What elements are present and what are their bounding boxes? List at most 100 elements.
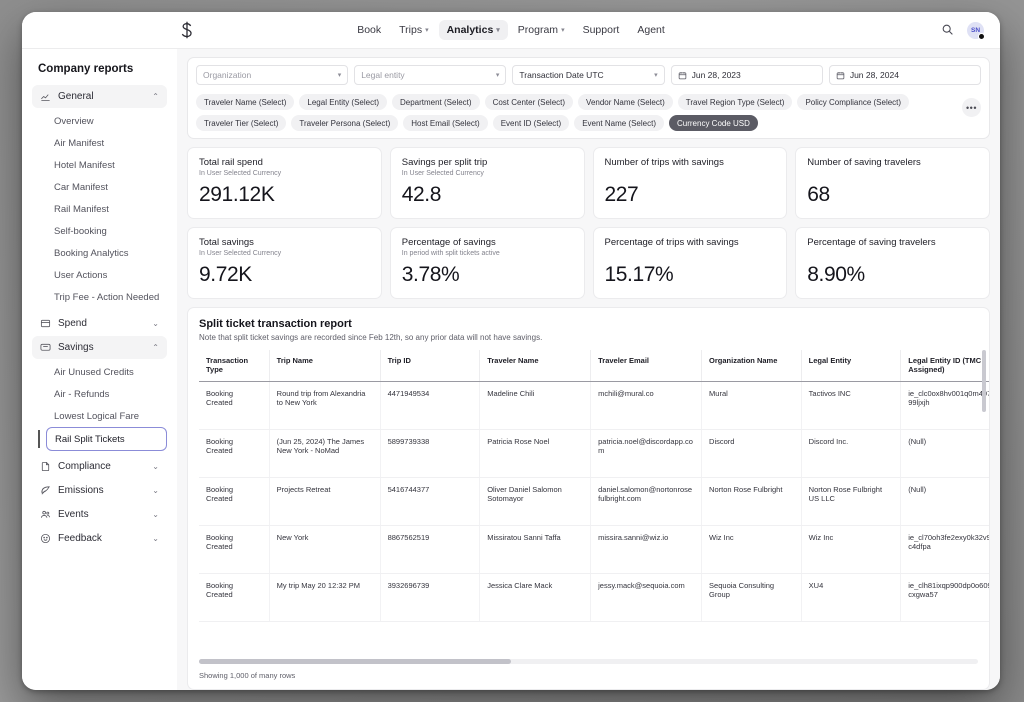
sidebar-item-rail-split-tickets[interactable]: Rail Split Tickets — [46, 427, 167, 451]
avatar[interactable]: SN — [967, 22, 984, 39]
cell-legal-entity-id: ie_clh81ixqp900dp0o609cxgwa57 — [901, 574, 989, 622]
sidebar-group-general[interactable]: General ⌃ — [32, 85, 167, 108]
more-filters-button[interactable]: ••• — [962, 98, 981, 117]
nav-item-support[interactable]: Support — [575, 20, 628, 40]
report-table-head: Transaction Type Trip Name Trip ID Trave… — [199, 350, 989, 382]
sidebar-item-air-manifest[interactable]: Air Manifest — [46, 132, 167, 154]
nav-item-book[interactable]: Book — [349, 20, 389, 40]
sidebar-item-overview[interactable]: Overview — [46, 110, 167, 132]
cell-transaction-type: Booking Created — [199, 526, 269, 574]
kpi-subtitle: In User Selected Currency — [199, 250, 370, 258]
sidebar-item-trip-fee-action-needed[interactable]: Trip Fee - Action Needed — [46, 286, 167, 308]
col-legal-entity[interactable]: Legal Entity — [801, 350, 901, 382]
sidebar-group-spend[interactable]: Spend ⌄ — [32, 312, 167, 335]
date-field-select-value: Transaction Date UTC — [519, 70, 649, 80]
nav-item-analytics[interactable]: Analytics ▾ — [439, 20, 508, 40]
chevron-down-icon: ▾ — [338, 71, 342, 79]
table-row[interactable]: Booking Created (Jun 25, 2024) The James… — [199, 430, 989, 478]
search-icon[interactable] — [941, 23, 955, 37]
filter-chip-policy-compliance[interactable]: Policy Compliance (Select) — [797, 94, 909, 110]
cell-traveler-email: mchili@mural.co — [591, 382, 702, 430]
filter-chip-currency-code[interactable]: Currency Code USD — [669, 115, 758, 131]
sidebar-group-compliance[interactable]: Compliance ⌄ — [32, 455, 167, 478]
sidebar-group-feedback[interactable]: Feedback ⌄ — [32, 527, 167, 550]
sidebar-group-events[interactable]: Events ⌄ — [32, 503, 167, 526]
start-date-input[interactable]: Jun 28, 2023 — [671, 65, 823, 85]
table-row[interactable]: Booking Created New York 8867562519 Miss… — [199, 526, 989, 574]
col-organization-name[interactable]: Organization Name — [702, 350, 802, 382]
sidebar-item-hotel-manifest[interactable]: Hotel Manifest — [46, 154, 167, 176]
table-horizontal-scrollbar[interactable] — [199, 659, 978, 664]
nav-item-agent[interactable]: Agent — [629, 20, 672, 40]
end-date-input[interactable]: Jun 28, 2024 — [829, 65, 981, 85]
sidebar-group-label: Events — [58, 509, 145, 520]
filter-chip-cost-center[interactable]: Cost Center (Select) — [485, 94, 573, 110]
sidebar-item-air-unused-credits[interactable]: Air Unused Credits — [46, 361, 167, 383]
main-content: Organization ▾ Legal entity ▾ Transactio… — [177, 49, 1000, 690]
sidebar-item-lowest-logical-fare[interactable]: Lowest Logical Fare — [46, 405, 167, 427]
cell-trip-id: 3932696739 — [380, 574, 480, 622]
date-field-select[interactable]: Transaction Date UTC ▾ — [512, 65, 664, 85]
table-row[interactable]: Booking Created Projects Retreat 5416744… — [199, 478, 989, 526]
table-row[interactable]: Booking Created Round trip from Alexandr… — [199, 382, 989, 430]
cell-organization-name: Wiz Inc — [702, 526, 802, 574]
filter-chip-traveler-persona[interactable]: Traveler Persona (Select) — [291, 115, 398, 131]
scrollbar-thumb[interactable] — [199, 659, 511, 664]
nav-item-trips[interactable]: Trips ▾ — [391, 20, 436, 40]
cell-organization-name: Norton Rose Fulbright — [702, 478, 802, 526]
kpi-subtitle — [807, 250, 978, 258]
sidebar-group-emissions[interactable]: Emissions ⌄ — [32, 479, 167, 502]
nav-item-label: Agent — [637, 24, 664, 36]
filter-chip-event-id[interactable]: Event ID (Select) — [493, 115, 569, 131]
filter-chip-legal-entity[interactable]: Legal Entity (Select) — [299, 94, 387, 110]
organization-select[interactable]: Organization ▾ — [196, 65, 348, 85]
nav-item-label: Book — [357, 24, 381, 36]
filter-chip-event-name[interactable]: Event Name (Select) — [574, 115, 664, 131]
sidebar-item-booking-analytics[interactable]: Booking Analytics — [46, 242, 167, 264]
col-transaction-type[interactable]: Transaction Type — [199, 350, 269, 382]
sidebar-group-savings[interactable]: Savings ⌃ — [32, 336, 167, 359]
report-footer-count: Showing 1,000 of many rows — [188, 664, 989, 689]
sidebar-item-car-manifest[interactable]: Car Manifest — [46, 176, 167, 198]
sidebar-item-user-actions[interactable]: User Actions — [46, 264, 167, 286]
filter-select-row: Organization ▾ Legal entity ▾ Transactio… — [196, 65, 981, 85]
legal-entity-select[interactable]: Legal entity ▾ — [354, 65, 506, 85]
table-row[interactable]: Booking Created My trip May 20 12:32 PM … — [199, 574, 989, 622]
kpi-row-2: Total savings In User Selected Currency … — [187, 227, 990, 299]
kpi-value: 3.78% — [402, 263, 573, 287]
kpi-value: 42.8 — [402, 183, 573, 207]
kpi-title: Percentage of saving travelers — [807, 237, 978, 248]
cell-trip-name: (Jun 25, 2024) The James New York - NoMa… — [269, 430, 380, 478]
cell-legal-entity: Discord Inc. — [801, 430, 901, 478]
col-traveler-name[interactable]: Traveler Name — [480, 350, 591, 382]
col-trip-id[interactable]: Trip ID — [380, 350, 480, 382]
table-vertical-scrollbar[interactable] — [982, 350, 986, 412]
sidebar-item-air-refunds[interactable]: Air - Refunds — [46, 383, 167, 405]
filter-chip-host-email[interactable]: Host Email (Select) — [403, 115, 487, 131]
spotnana-s-logo-icon[interactable] — [175, 18, 199, 42]
document-icon — [40, 461, 51, 472]
cell-traveler-name: Oliver Daniel Salomon Sotomayor — [480, 478, 591, 526]
cell-traveler-email: patricia.noel@discordapp.com — [591, 430, 702, 478]
col-legal-entity-id[interactable]: Legal Entity ID (TMC Assigned) — [901, 350, 989, 382]
col-trip-name[interactable]: Trip Name — [269, 350, 380, 382]
filter-chip-traveler-tier[interactable]: Traveler Tier (Select) — [196, 115, 286, 131]
kpi-row-1: Total rail spend In User Selected Curren… — [187, 147, 990, 219]
chevron-down-icon: ⌄ — [152, 486, 159, 495]
filter-chip-traveler-name[interactable]: Traveler Name (Select) — [196, 94, 294, 110]
filter-chip-department[interactable]: Department (Select) — [392, 94, 480, 110]
kpi-number-of-trips-with-savings: Number of trips with savings 227 — [593, 147, 788, 219]
kpi-percentage-of-trips-with-savings: Percentage of trips with savings 15.17% — [593, 227, 788, 299]
nav-item-program[interactable]: Program ▾ — [510, 20, 573, 40]
kpi-title: Total rail spend — [199, 157, 370, 168]
report-table-body: Booking Created Round trip from Alexandr… — [199, 382, 989, 622]
sidebar-item-self-booking[interactable]: Self-booking — [46, 220, 167, 242]
filter-chip-travel-region-type[interactable]: Travel Region Type (Select) — [678, 94, 793, 110]
end-date-value: Jun 28, 2024 — [850, 70, 974, 80]
sidebar-item-rail-manifest[interactable]: Rail Manifest — [46, 198, 167, 220]
chevron-down-icon: ▾ — [425, 27, 429, 34]
chevron-down-icon: ▾ — [561, 27, 565, 34]
filter-chip-vendor-name[interactable]: Vendor Name (Select) — [578, 94, 673, 110]
report-table-scroll-area[interactable]: Transaction Type Trip Name Trip ID Trave… — [188, 350, 989, 655]
col-traveler-email[interactable]: Traveler Email — [591, 350, 702, 382]
